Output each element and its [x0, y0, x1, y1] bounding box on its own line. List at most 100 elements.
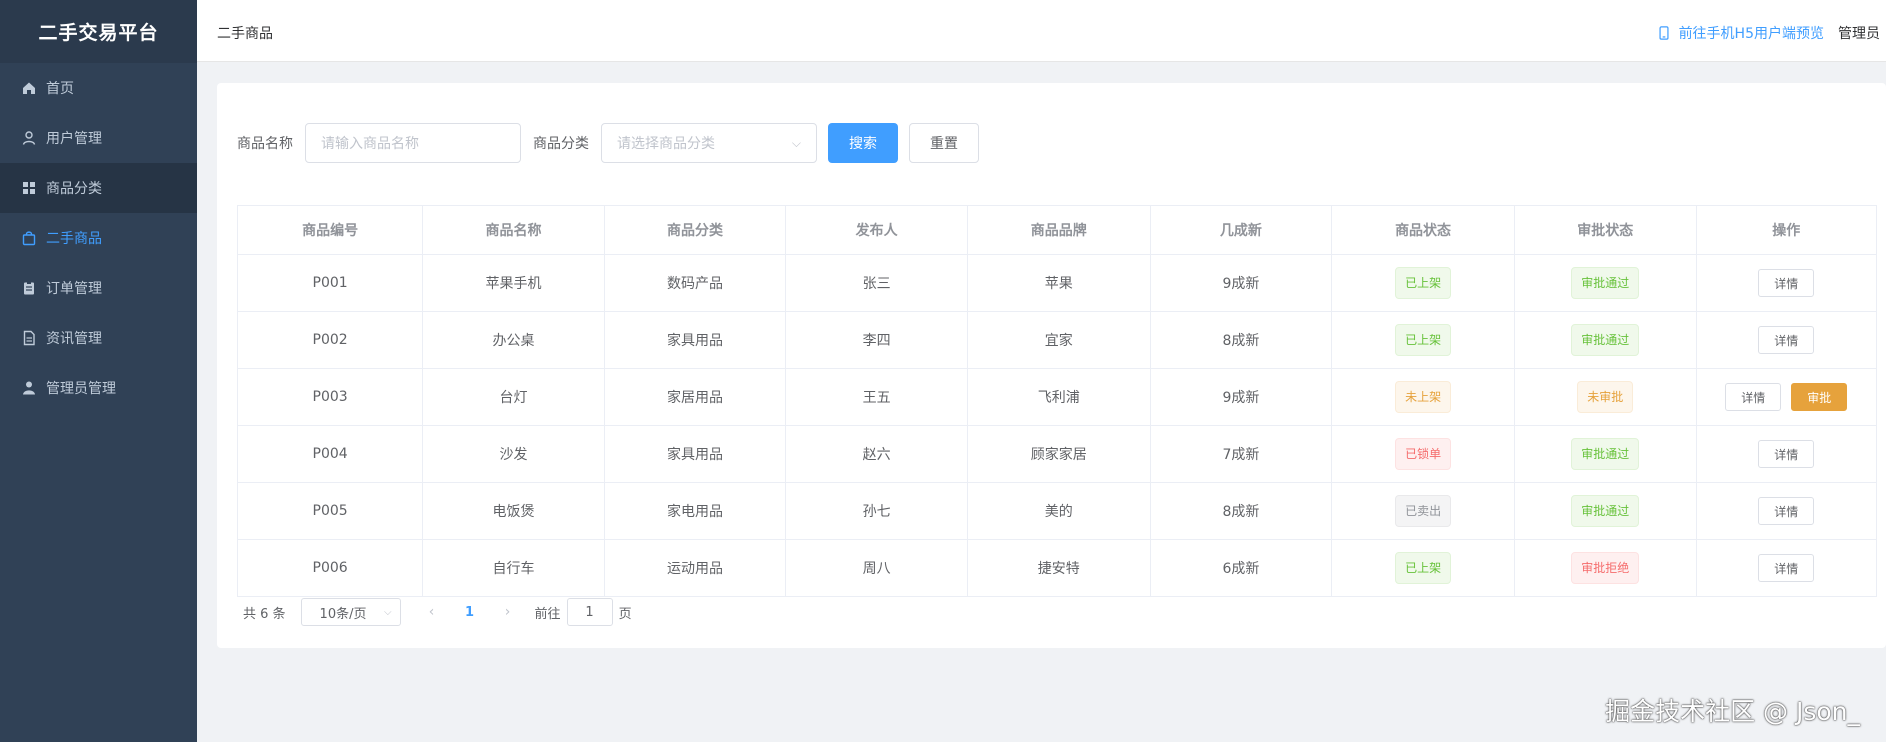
clipboard-icon — [21, 280, 37, 296]
table-body: P001 苹果手机 数码产品 张三 苹果 9成新 已上架 审批通过 详情 P002 办公桌 家具用品李… — [236, 254, 1878, 597]
cell-actions: 详情 审批 — [1695, 368, 1878, 426]
column-header: 商品编号 — [236, 205, 424, 255]
home-icon — [21, 80, 37, 96]
cell-brand: 美的 — [966, 482, 1151, 540]
detail-button[interactable]: 详情 — [1758, 554, 1815, 582]
sidebar-item-label: 二手商品 — [46, 231, 102, 247]
cell-status: 已上架 — [1331, 254, 1515, 312]
page-size-select[interactable]: 10条/页 ⌵ — [300, 598, 401, 626]
table-row: P004 沙发 家具用品 赵六 顾家家居 7成新 已锁单 审批通过 详情 — [236, 425, 1878, 483]
product-name-input[interactable]: 请输入商品名称 — [305, 123, 521, 163]
cell-approval: 审批通过 — [1513, 425, 1697, 483]
detail-button[interactable]: 详情 — [1758, 326, 1815, 354]
approval-badge: 审批拒绝 — [1571, 552, 1640, 584]
content-card: 商品名称 请输入商品名称 商品分类 请选择商品分类 ⌵ 搜索 重置 商品编号 商品… — [217, 83, 1886, 648]
product-name-label: 商品名称 — [237, 136, 293, 152]
approve-button[interactable]: 审批 — [1791, 383, 1848, 411]
detail-button[interactable]: 详情 — [1725, 383, 1782, 411]
products-table: 商品编号 商品名称 商品分类 发布人 商品品牌 几成新 商品状态 审批状态 操作 P001 苹果手… — [236, 205, 1878, 597]
cell-publisher: 王五 — [785, 368, 968, 426]
category-select[interactable]: 请选择商品分类 ⌵ — [601, 123, 817, 163]
person-icon — [21, 380, 37, 396]
sidebar-item[interactable]: 二手商品 — [0, 213, 197, 263]
current-user-menu[interactable]: 管理员 — [1838, 23, 1880, 43]
table-row: P001 苹果手机 数码产品 张三 苹果 9成新 已上架 审批通过 详情 — [236, 254, 1878, 312]
table-row: P006 自行车 运动用品 周八 捷安特 6成新 已上架 审批拒绝 详情 — [236, 539, 1878, 597]
column-header: 商品状态 — [1331, 205, 1515, 255]
product-name-placeholder: 请输入商品名称 — [321, 136, 419, 152]
cell-condition: 6成新 — [1149, 539, 1333, 597]
detail-button[interactable]: 详情 — [1758, 497, 1815, 525]
approval-badge: 未审批 — [1577, 381, 1634, 413]
cell-condition: 7成新 — [1149, 425, 1333, 483]
page-suffix: 页 — [618, 606, 632, 622]
top-header: 二手商品 前往手机H5用户端预览 管理员 — [197, 0, 1886, 62]
row-actions: 详情 — [1697, 326, 1876, 354]
category-label: 商品分类 — [533, 136, 589, 152]
sidebar-item-label: 资讯管理 — [46, 331, 102, 347]
status-badge: 已上架 — [1395, 267, 1452, 299]
grid-icon — [21, 180, 37, 196]
total-count: 共 6 条 — [243, 606, 286, 622]
breadcrumb: 二手商品 — [217, 26, 273, 42]
sidebar-item[interactable]: 用户管理 — [0, 113, 197, 163]
page-number-current[interactable]: 1 — [455, 598, 485, 626]
sidebar-item-label: 用户管理 — [46, 131, 102, 147]
watermark: 掘金技术社区 @ Json_ — [1605, 697, 1860, 726]
reset-button[interactable]: 重置 — [909, 123, 979, 163]
sidebar: 二手交易平台 首页 用户管理 商品分类 二手商品 订单管理 资讯管理 管理员管理 — [0, 0, 197, 742]
cell-category: 家具用品 — [603, 425, 787, 483]
cell-status: 已卖出 — [1331, 482, 1515, 540]
sidebar-item[interactable]: 商品分类 — [0, 163, 197, 213]
prev-page-button[interactable]: ‹ — [417, 598, 447, 626]
cell-brand: 宜家 — [966, 311, 1151, 369]
cell-condition: 8成新 — [1149, 482, 1333, 540]
sidebar-menu: 首页用户管理商品分类二手商品订单管理资讯管理管理员管理 — [0, 63, 197, 413]
row-actions: 详情 — [1697, 497, 1876, 525]
mobile-preview-link[interactable]: 前往手机H5用户端预览 — [1657, 23, 1824, 43]
sidebar-item[interactable]: 订单管理 — [0, 263, 197, 313]
cell-actions: 详情 — [1695, 311, 1878, 369]
cell-actions: 详情 — [1695, 425, 1878, 483]
sidebar-item-label: 订单管理 — [46, 281, 102, 297]
status-badge: 已卖出 — [1395, 495, 1452, 527]
cell-status: 未上架 — [1331, 368, 1515, 426]
cell-id: P002 — [236, 311, 424, 369]
cell-publisher: 周八 — [785, 539, 968, 597]
status-badge: 已锁单 — [1395, 438, 1452, 470]
detail-button[interactable]: 详情 — [1758, 440, 1815, 468]
sidebar-item-label: 管理员管理 — [46, 381, 116, 397]
sidebar-item[interactable]: 首页 — [0, 63, 197, 113]
goto-page-input[interactable]: 1 — [566, 598, 613, 626]
cell-approval: 审批通过 — [1513, 311, 1697, 369]
cell-approval: 未审批 — [1513, 368, 1697, 426]
cell-approval: 审批拒绝 — [1513, 539, 1697, 597]
cell-name: 苹果手机 — [422, 254, 605, 312]
sidebar-item[interactable]: 管理员管理 — [0, 363, 197, 413]
search-button[interactable]: 搜索 — [828, 123, 898, 163]
column-header: 发布人 — [785, 205, 968, 255]
cell-name: 沙发 — [422, 425, 605, 483]
cell-publisher: 李四 — [785, 311, 968, 369]
column-header: 操作 — [1695, 205, 1878, 255]
detail-button[interactable]: 详情 — [1758, 269, 1815, 297]
cell-category: 家居用品 — [603, 368, 787, 426]
cell-id: P004 — [236, 425, 424, 483]
cell-actions: 详情 — [1695, 539, 1878, 597]
user-icon — [21, 130, 37, 146]
status-badge: 已上架 — [1395, 324, 1452, 356]
cell-publisher: 赵六 — [785, 425, 968, 483]
next-page-button[interactable]: › — [493, 598, 523, 626]
cell-id: P003 — [236, 368, 424, 426]
table-row: P003 台灯 家居用品 王五 飞利浦 9成新 未上架 未审批 详情 审批 — [236, 368, 1878, 426]
cell-id: P006 — [236, 539, 424, 597]
table-header-row: 商品编号 商品名称 商品分类 发布人 商品品牌 几成新 商品状态 审批状态 操作 — [236, 205, 1878, 255]
cell-condition: 9成新 — [1149, 368, 1333, 426]
column-header: 商品名称 — [422, 205, 605, 255]
cell-id: P001 — [236, 254, 424, 312]
sidebar-item[interactable]: 资讯管理 — [0, 313, 197, 363]
cell-brand: 苹果 — [966, 254, 1151, 312]
cell-status: 已上架 — [1331, 311, 1515, 369]
cell-name: 自行车 — [422, 539, 605, 597]
column-header: 商品品牌 — [966, 205, 1151, 255]
